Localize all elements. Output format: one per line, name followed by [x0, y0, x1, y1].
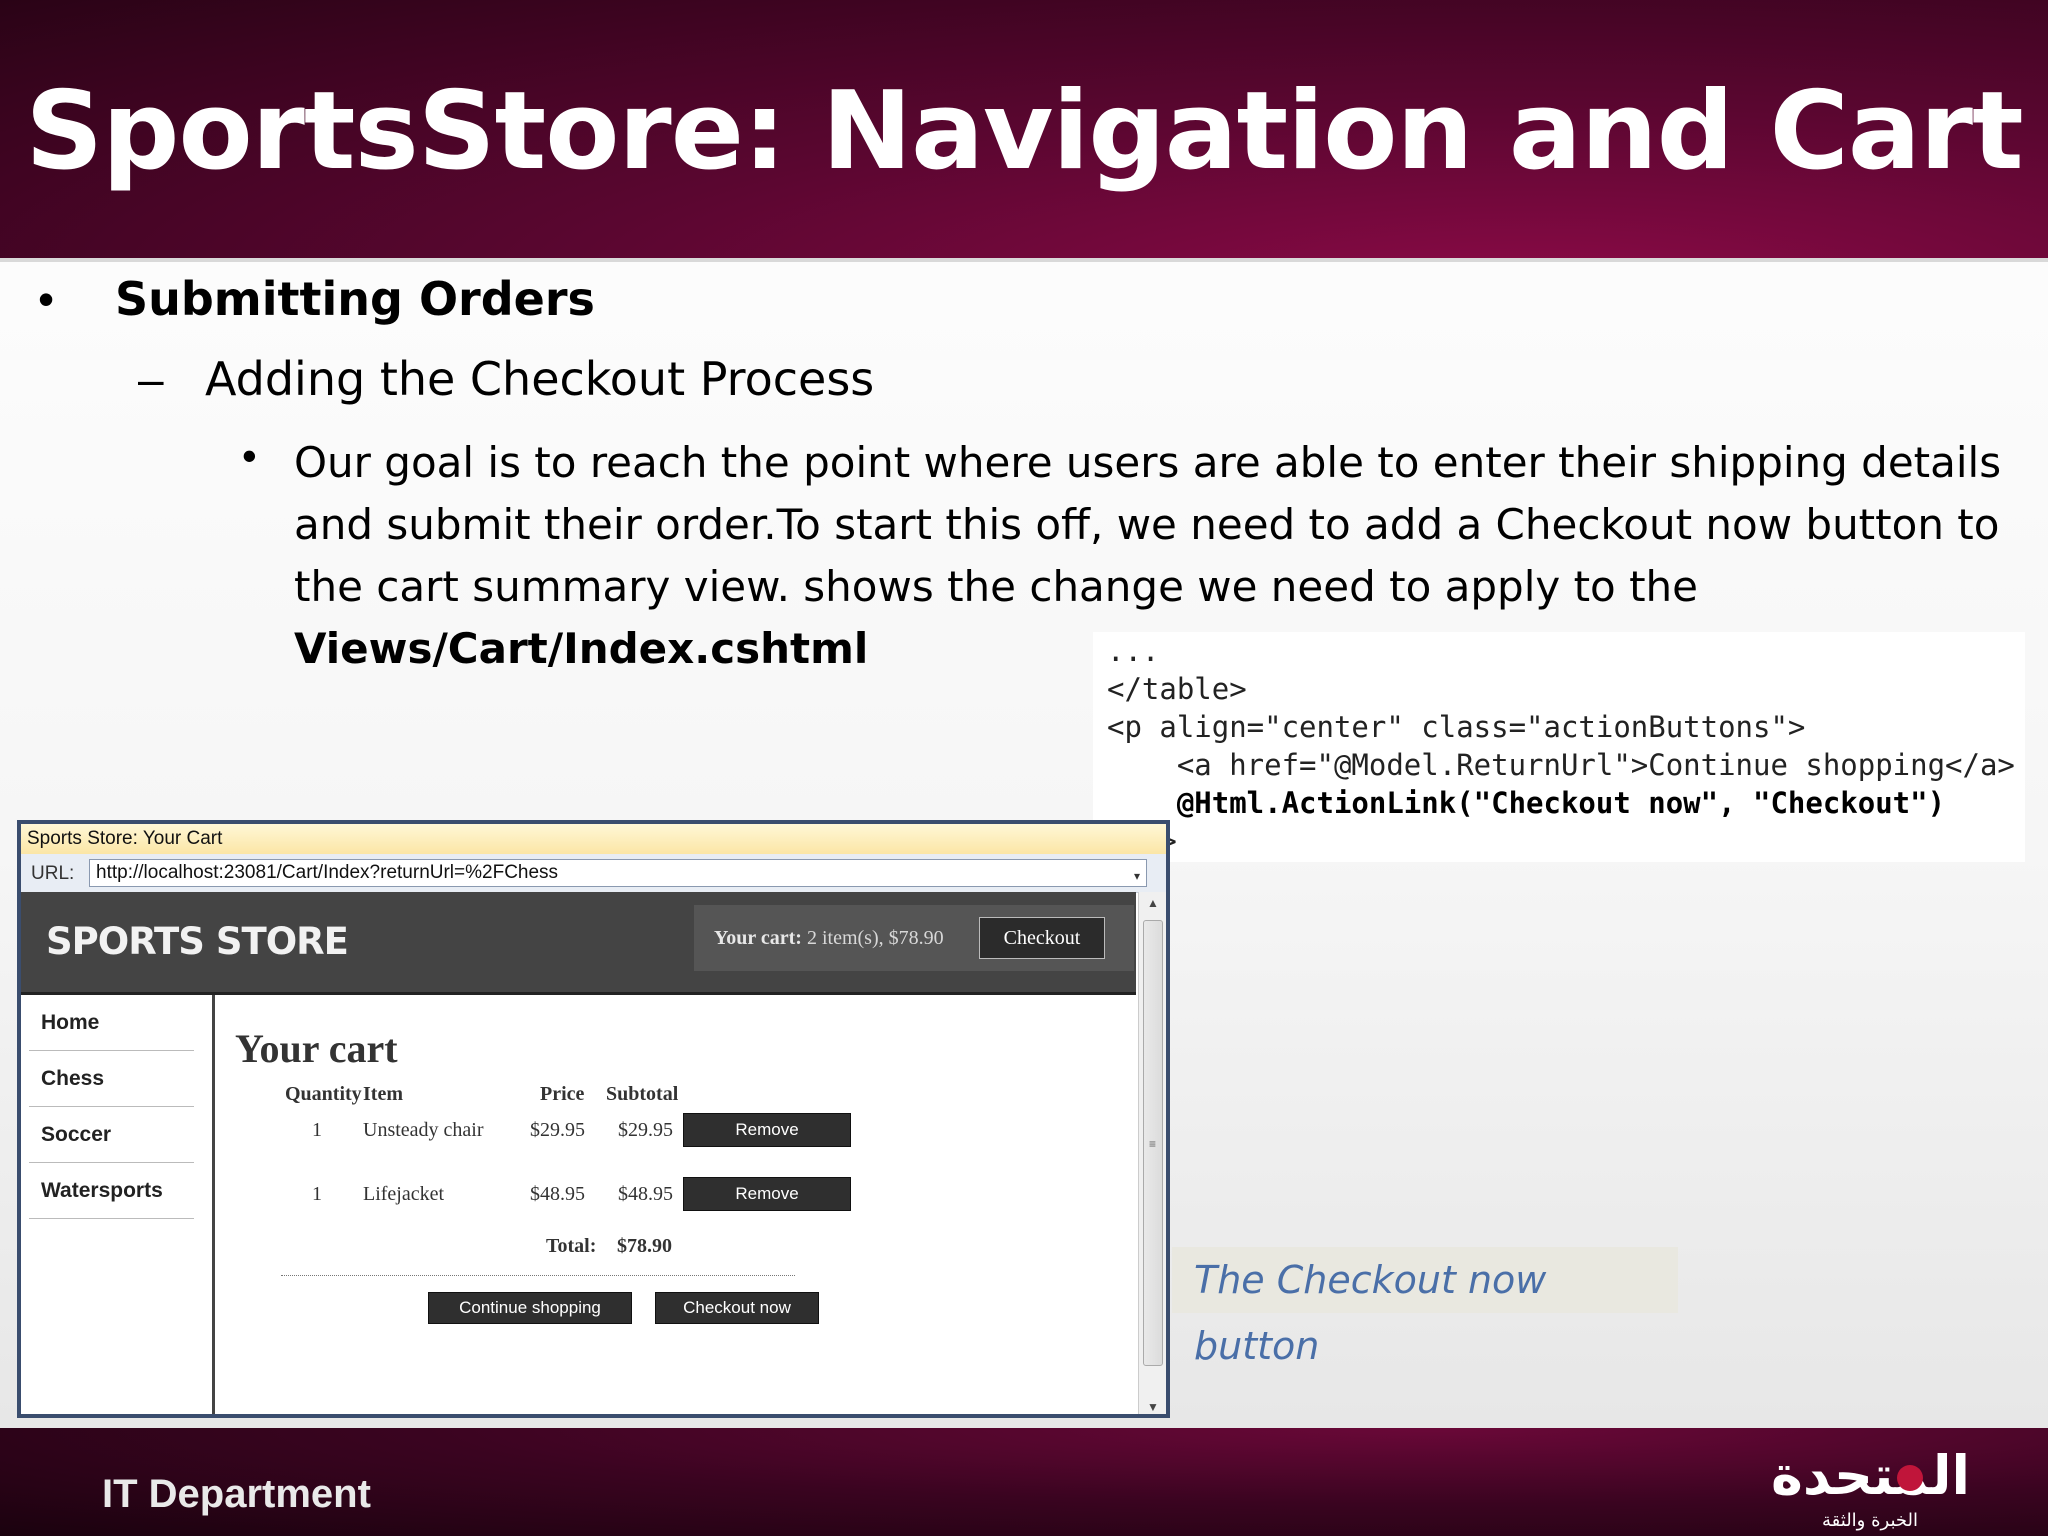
logo-emblem-icon	[1897, 1465, 1923, 1491]
cell-item: Lifejacket	[363, 1183, 445, 1205]
code-line: </p>	[1107, 822, 2025, 860]
site-logo: SPORTS STORE	[46, 920, 349, 963]
code-line: <a href="@Model.ReturnUrl">Continue shop…	[1107, 748, 2015, 782]
column-header-subtotal: Subtotal	[606, 1083, 679, 1105]
vertical-scrollbar[interactable]: ▲ ≡ ▼	[1138, 892, 1166, 1414]
logo-tagline: الخبرة والثقة	[1822, 1510, 1918, 1531]
code-line: </table>	[1107, 672, 1247, 706]
code-line: ...	[1107, 634, 1160, 668]
nav-item-chess[interactable]: Chess	[29, 1051, 194, 1107]
nav-item-soccer[interactable]: Soccer	[29, 1107, 194, 1163]
cart-summary: Your cart: 2 item(s), $78.90 Checkout	[694, 905, 1134, 971]
cart-content: Your cart Quantity Item Price Subtotal 1…	[215, 995, 1136, 1414]
url-text: http://localhost:23081/Cart/Index?return…	[96, 862, 559, 883]
slide-header: SportsStore: Navigation and Cart	[0, 0, 2048, 262]
chevron-down-icon[interactable]: ▾	[1134, 863, 1140, 889]
cart-summary-text: Your cart: 2 item(s), $78.90	[714, 927, 944, 950]
footer-department: IT Department	[102, 1472, 371, 1516]
cart-summary-value: 2 item(s), $78.90	[806, 927, 944, 949]
cell-subtotal: $48.95	[618, 1183, 673, 1205]
cell-quantity: 1	[312, 1119, 322, 1141]
continue-shopping-button[interactable]: Continue shopping	[428, 1292, 632, 1324]
grip-icon: ≡	[1149, 1137, 1157, 1151]
category-nav: Home Chess Soccer Watersports	[21, 995, 215, 1414]
checkout-now-button[interactable]: Checkout now	[655, 1292, 819, 1324]
bullet-level3-bold: Views/Cart/Index.cshtml	[294, 624, 869, 673]
remove-button[interactable]: Remove	[683, 1113, 851, 1147]
url-input[interactable]: http://localhost:23081/Cart/Index?return…	[89, 859, 1147, 887]
nav-item-watersports[interactable]: Watersports	[29, 1163, 194, 1219]
scroll-down-icon[interactable]: ▼	[1147, 1400, 1159, 1414]
page-title: Your cart	[235, 1026, 398, 1071]
company-logo: المتحدة الخبرة والثقة	[1771, 1444, 1970, 1531]
total-label: Total:	[546, 1235, 597, 1257]
browser-window: Sports Store: Your Cart URL: http://loca…	[17, 820, 1170, 1418]
bullet-level2: Adding the Checkout Process	[205, 352, 875, 406]
code-line-highlighted: @Html.ActionLink("Checkout now", "Checko…	[1107, 786, 1946, 820]
figure-caption: The Checkout now button	[1172, 1247, 1678, 1368]
cell-price: $29.95	[530, 1119, 585, 1141]
nav-item-home[interactable]: Home	[29, 995, 194, 1051]
url-label: URL:	[31, 863, 75, 884]
cell-price: $48.95	[530, 1183, 585, 1205]
column-header-quantity: Quantity	[285, 1083, 362, 1105]
cart-summary-label: Your cart:	[714, 927, 802, 949]
bullet-level1: Submitting Orders	[115, 272, 595, 326]
bullet-level3-text: Our goal is to reach the point where use…	[294, 438, 2002, 611]
dash-marker: –	[138, 353, 164, 405]
code-block: ... </table> <p align="center" class="ac…	[1093, 632, 2025, 862]
code-line: <p align="center" class="actionButtons">	[1107, 710, 1806, 744]
site-header: SPORTS STORE Your cart: 2 item(s), $78.9…	[21, 892, 1136, 995]
scroll-up-icon[interactable]: ▲	[1147, 896, 1159, 910]
cell-subtotal: $29.95	[618, 1119, 673, 1141]
scroll-thumb[interactable]: ≡	[1143, 920, 1163, 1366]
column-header-price: Price	[540, 1083, 585, 1105]
slide-title: SportsStore: Navigation and Cart	[25, 69, 2023, 194]
checkout-button[interactable]: Checkout	[979, 917, 1105, 959]
bullet-marker: •	[242, 432, 257, 479]
remove-button[interactable]: Remove	[683, 1177, 851, 1211]
bullet-marker: •	[38, 273, 55, 325]
divider	[281, 1275, 795, 1276]
cell-quantity: 1	[312, 1183, 322, 1205]
url-bar: URL: http://localhost:23081/Cart/Index?r…	[21, 854, 1166, 893]
window-title: Sports Store: Your Cart	[21, 824, 1166, 854]
slide-footer: IT Department المتحدة الخبرة والثقة	[0, 1428, 2048, 1536]
column-header-item: Item	[363, 1083, 403, 1105]
logo-wordmark: المتحدة	[1771, 1444, 1970, 1507]
cell-item: Unsteady chair	[363, 1119, 484, 1141]
total-value: $78.90	[617, 1235, 672, 1257]
